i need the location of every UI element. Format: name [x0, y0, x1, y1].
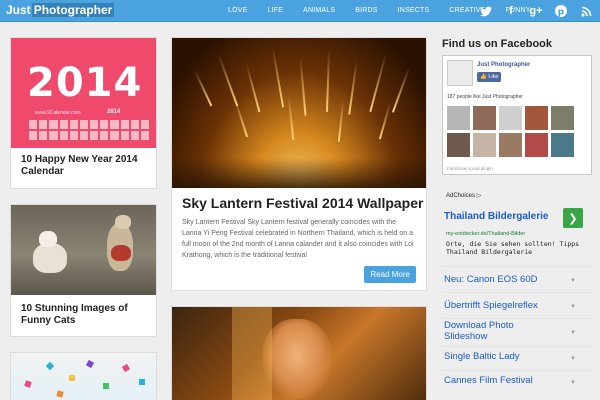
image-url-text: www.9Calendar.com [35, 110, 81, 116]
image-small-year: 2014 [107, 109, 121, 115]
ad-title-link[interactable]: Thailand Bildergalerie [444, 211, 548, 222]
card-title[interactable]: 10 Stunning Images of Funny Cats [21, 303, 156, 327]
ad-link-label[interactable]: Übertrifft Spiegelreflex [444, 300, 538, 311]
adchoices-text: AdChoices [446, 193, 476, 199]
thumbs-up-icon: 👍 [480, 74, 487, 80]
image-2014-text: 2014 [27, 60, 143, 106]
fan-avatar[interactable] [551, 106, 574, 130]
fan-avatar[interactable] [447, 133, 470, 157]
card-title[interactable]: 10 Happy New Year 2014 Calendar [21, 154, 149, 178]
ad-link-item[interactable]: Neu: Canon EOS 60D ▼ [442, 266, 592, 292]
facebook-page-avatar[interactable] [447, 60, 473, 86]
like-label: Like [488, 74, 499, 80]
chevron-right-icon: ❯ [568, 212, 578, 225]
twitter-icon[interactable] [480, 5, 492, 17]
card-new-year-calendar[interactable]: 2014 www.9Calendar.com 2014 10 Happy New… [10, 37, 157, 189]
ad-link-item[interactable]: Download Photo Slideshow ▼ [442, 318, 592, 346]
post-image-girl[interactable] [172, 307, 426, 400]
ad-description: Orte, die Sie sehen sollten! Tipps Thail… [446, 240, 580, 256]
logo-text-photographer: Photographer [31, 3, 115, 17]
social-links: f g+ p [480, 0, 592, 22]
facebook-widget-heading: Find us on Facebook [442, 38, 553, 50]
fan-avatar[interactable] [473, 106, 496, 130]
fan-avatar[interactable] [499, 133, 522, 157]
facebook-page-name[interactable]: Just Photographer [477, 62, 530, 68]
ad-link-label[interactable]: Cannes Film Festival [444, 375, 533, 386]
nav-item-love[interactable]: LOVE [218, 0, 257, 22]
calendar-2014-image[interactable]: 2014 www.9Calendar.com 2014 [11, 38, 156, 148]
fan-avatar[interactable] [447, 106, 470, 130]
post-excerpt: Sky Lantern Festival Sky Lantern festiva… [182, 219, 414, 259]
adchoices-icon: ▷ [476, 193, 482, 199]
pinterest-icon[interactable]: p [555, 5, 567, 17]
svg-text:p: p [558, 7, 565, 17]
nav-item-insects[interactable]: INSECTS [388, 0, 440, 22]
ad-link-item[interactable]: Übertrifft Spiegelreflex ▼ [442, 292, 592, 318]
post-title[interactable]: Sky Lantern Festival 2014 Wallpaper [182, 195, 423, 211]
ad-link-item[interactable]: Cannes Film Festival ▼ [442, 370, 592, 394]
calendar-grid [29, 120, 149, 140]
card-third[interactable] [10, 352, 157, 400]
facebook-fans-grid [447, 106, 574, 157]
chevron-down-icon: ▼ [570, 278, 576, 284]
ad-url[interactable]: my-entdecker.de/Thailand-Bilder [446, 231, 525, 237]
post-second [171, 306, 427, 400]
facebook-like-button[interactable]: 👍 Like [477, 72, 502, 82]
ad-link-item[interactable]: Single Baltic Lady ▼ [442, 346, 592, 370]
fan-avatar[interactable] [499, 106, 522, 130]
ad-link-label[interactable]: Single Baltic Lady [444, 351, 520, 362]
fan-avatar[interactable] [551, 133, 574, 157]
facebook-like-box: Just Photographer 👍 Like 187 people like… [442, 55, 592, 175]
chevron-down-icon: ▼ [570, 304, 576, 310]
fan-avatar[interactable] [473, 133, 496, 157]
chevron-down-icon: ▼ [570, 330, 576, 336]
chevron-down-icon: ▼ [570, 356, 576, 362]
chevron-down-icon: ▼ [570, 380, 576, 386]
rss-icon[interactable] [580, 5, 592, 17]
nav-item-life[interactable]: LIFE [257, 0, 293, 22]
post-sky-lantern: Sky Lantern Festival 2014 Wallpaper Sky … [171, 37, 427, 291]
card-funny-cats[interactable]: 10 Stunning Images of Funny Cats [10, 204, 157, 337]
party-image[interactable] [11, 353, 156, 400]
top-navbar: Just Photographer LOVE LIFE ANIMALS BIRDS… [0, 0, 600, 22]
fan-avatar[interactable] [525, 133, 548, 157]
facebook-icon[interactable]: f [505, 5, 517, 17]
read-more-button[interactable]: Read More [364, 266, 416, 283]
facebook-social-plugin-label: Facebook social plugin [447, 166, 493, 171]
site-logo[interactable]: Just Photographer [6, 3, 115, 17]
fan-avatar[interactable] [525, 106, 548, 130]
google-plus-icon[interactable]: g+ [529, 5, 542, 17]
ad-link-label[interactable]: Neu: Canon EOS 60D [444, 274, 537, 285]
adchoices-label[interactable]: AdChoices ▷ [446, 192, 481, 199]
ad-link-label[interactable]: Download Photo Slideshow [444, 320, 544, 342]
ad-go-button[interactable]: ❯ [563, 208, 583, 228]
nav-item-animals[interactable]: ANIMALS [293, 0, 345, 22]
facebook-like-count: 187 people like Just Photographer [447, 94, 523, 100]
logo-text-just: Just [6, 3, 31, 17]
funny-cats-image[interactable] [11, 205, 156, 295]
nav-item-birds[interactable]: BIRDS [345, 0, 387, 22]
sky-lantern-image[interactable] [172, 38, 426, 188]
